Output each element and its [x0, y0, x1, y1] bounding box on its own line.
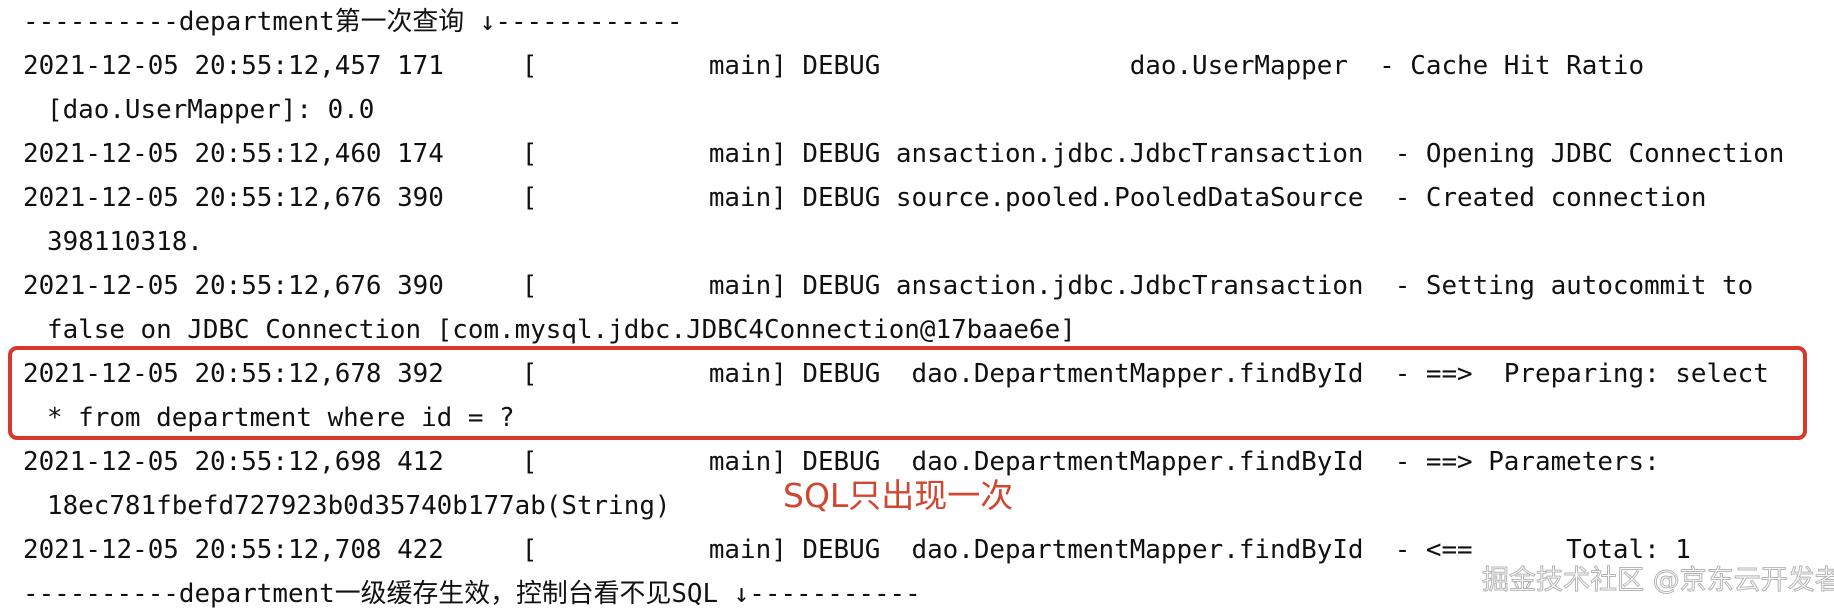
log-line-created-connection: 2021-12-05 20:55:12,676 390 [ main] DEBU…	[23, 183, 1707, 213]
log-line-cache-hit-ratio: 2021-12-05 20:55:12,457 171 [ main] DEBU…	[23, 51, 1645, 81]
separator-first-query: ----------department第一次查询 ↓------------	[23, 7, 683, 37]
log-line-opening-connection: 2021-12-05 20:55:12,460 174 [ main] DEBU…	[23, 139, 1785, 169]
log-line-preparing-sql: 2021-12-05 20:55:12,678 392 [ main] DEBU…	[23, 359, 1769, 389]
watermark: 掘金技术社区 @京东云开发者	[1482, 565, 1834, 597]
log-line-continuation: false on JDBC Connection [com.mysql.jdbc…	[47, 315, 1076, 345]
log-line-autocommit: 2021-12-05 20:55:12,676 390 [ main] DEBU…	[23, 271, 1754, 301]
log-line-sql-continuation: * from department where id = ?	[47, 403, 515, 433]
console-output: ----------department第一次查询 ↓------------ …	[23, 0, 1823, 616]
annotation-sql-once: SQL只出现一次	[783, 476, 1014, 515]
log-line-continuation: 398110318.	[47, 227, 203, 257]
log-line-continuation: [dao.UserMapper]: 0.0	[47, 95, 375, 125]
